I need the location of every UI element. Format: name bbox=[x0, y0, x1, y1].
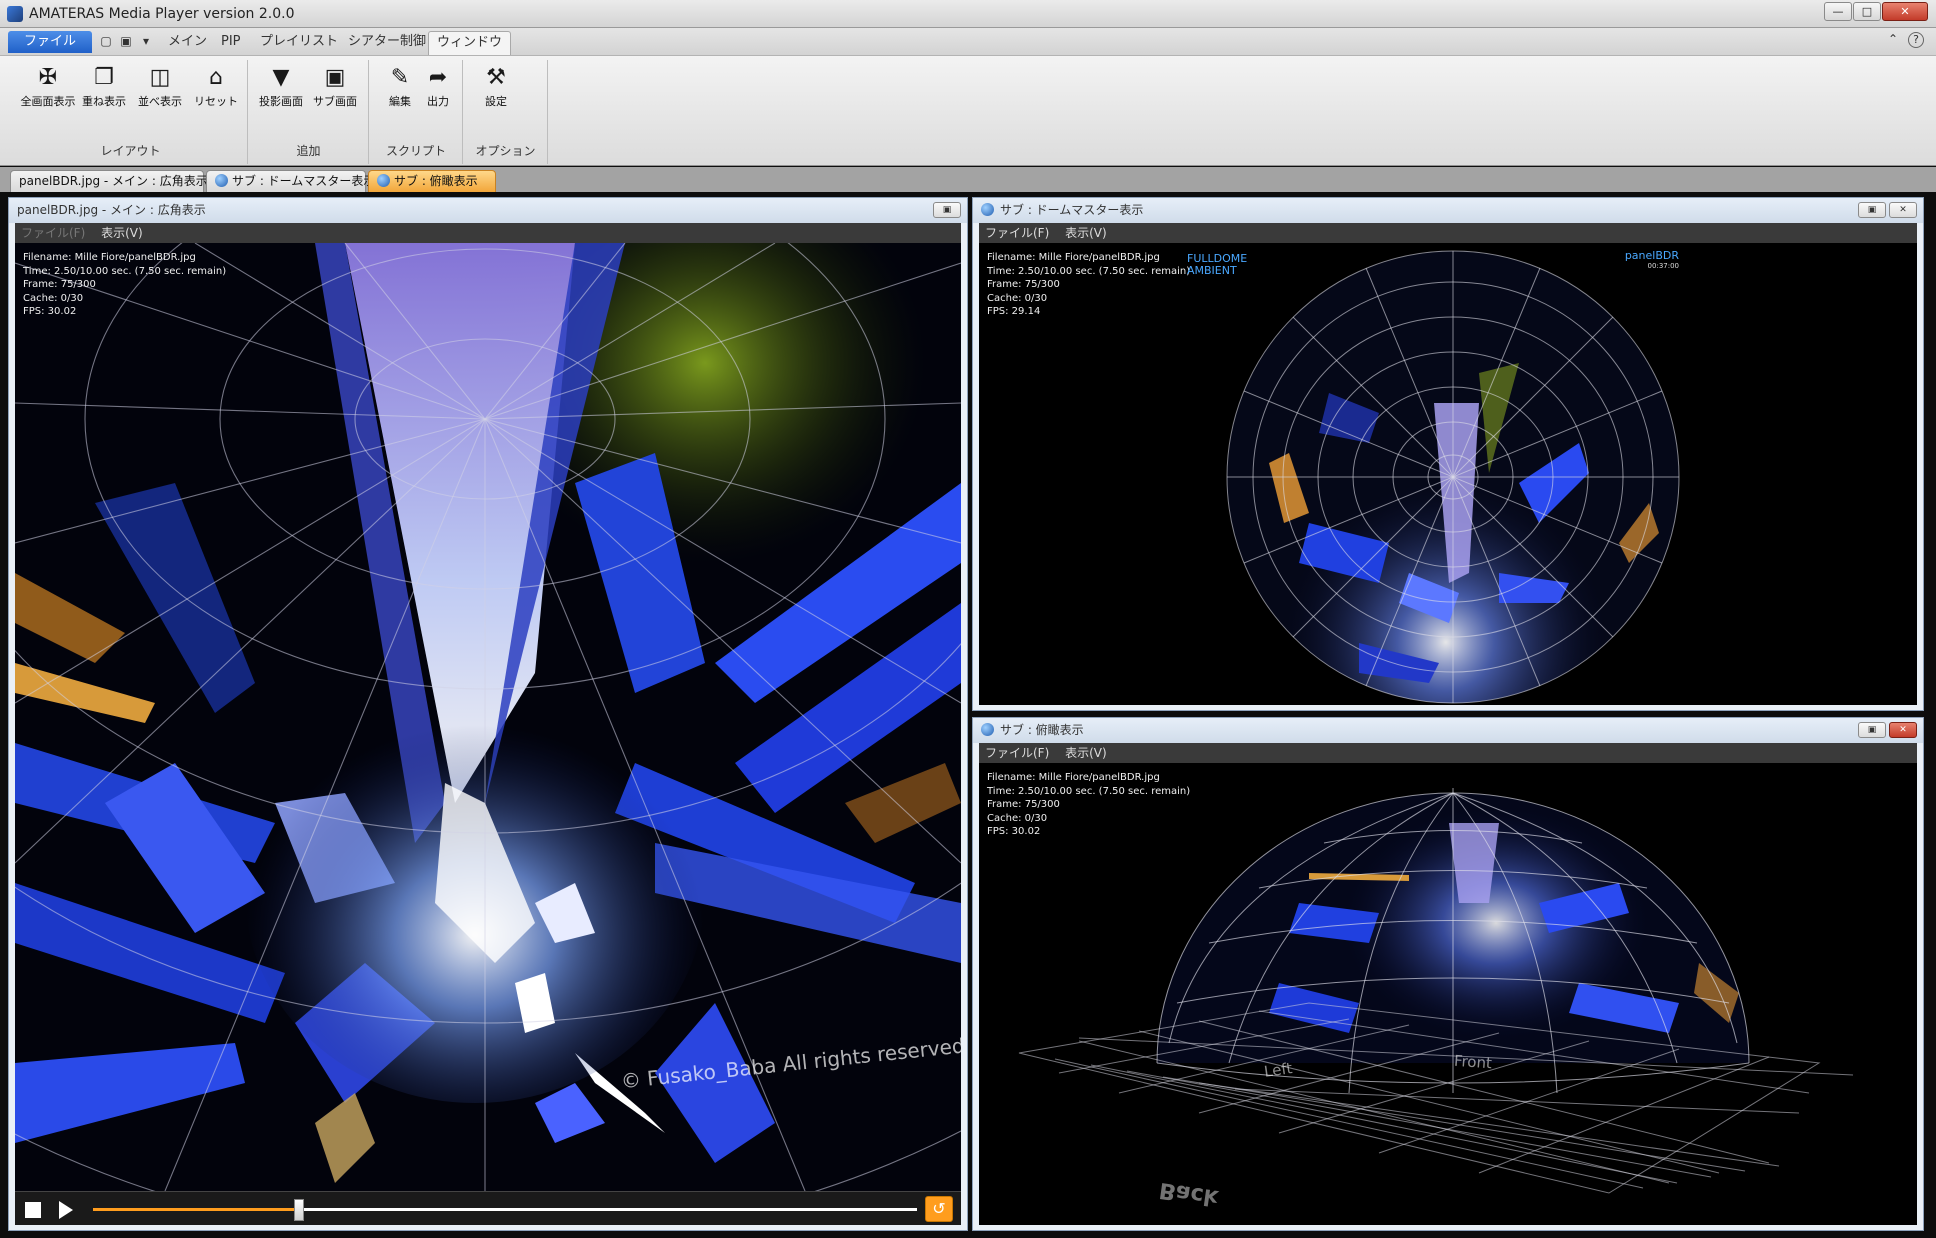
main-panel-menubar: ファイル(F) 表示(V) bbox=[15, 223, 961, 243]
close-button[interactable]: ✕ bbox=[1882, 2, 1928, 21]
export-script-button[interactable]: ➦ 出力 bbox=[410, 63, 466, 109]
overview-panel: サブ : 俯瞰表示 ▣ ✕ ファイル(F) 表示(V) Filename: Mi… bbox=[972, 717, 1924, 1231]
group-layout-label: レイアウト bbox=[100, 144, 161, 158]
loop-icon: ↺ bbox=[932, 1199, 946, 1218]
group-add-label: 追加 bbox=[296, 144, 321, 158]
globe-icon bbox=[981, 203, 994, 216]
menu-view[interactable]: 表示(V) bbox=[1065, 226, 1107, 240]
window-controls: — □ ✕ bbox=[1823, 2, 1928, 21]
menu-file[interactable]: ファイル(F) bbox=[985, 226, 1049, 240]
overview-controls: ▣ ✕ bbox=[1858, 722, 1917, 738]
panel-restore-button[interactable]: ▣ bbox=[1858, 202, 1886, 218]
globe-icon bbox=[215, 174, 228, 187]
group-script-label: スクリプト bbox=[385, 144, 446, 158]
content-title-label: panelBDR 00:37:00 bbox=[1624, 249, 1679, 270]
group-add: ▼ 投影画面 ▣ サブ画面 追加 bbox=[249, 60, 369, 164]
fullscreen-icon: ✠ bbox=[38, 65, 58, 90]
collapse-ribbon-icon[interactable]: ⌃ bbox=[1888, 32, 1898, 48]
wrench-icon: ⚒ bbox=[486, 65, 506, 90]
overview-titlebar: サブ : 俯瞰表示 ▣ ✕ bbox=[973, 718, 1923, 743]
maximize-button[interactable]: □ bbox=[1853, 2, 1881, 21]
tab-theater-control[interactable]: シアター制御 bbox=[340, 31, 434, 55]
save-icon[interactable]: ▣ bbox=[118, 33, 134, 49]
help-icon[interactable]: ? bbox=[1908, 32, 1924, 48]
ribbon-body: ✠ 全画面表示 ❐ 重ね表示 ◫ 並べ表示 ⌂ リセット レイアウト ▼ 投影画… bbox=[0, 55, 1936, 166]
tab-pip[interactable]: PIP bbox=[213, 31, 249, 55]
document-tab-bar: panelBDR.jpg - メイン : 広角表示 サブ : ドームマスター表示… bbox=[0, 167, 1936, 192]
ribbon-tab-bar: ファイル ▢ ▣ ▾ メイン PIP プレイリスト シアター制御 ウィンドウ ⌃… bbox=[0, 28, 1936, 55]
panel-close-button[interactable]: ✕ bbox=[1889, 202, 1917, 218]
loop-button[interactable]: ↺ bbox=[925, 1196, 953, 1222]
overview-menubar: ファイル(F) 表示(V) bbox=[979, 743, 1917, 763]
doc-tab-overview[interactable]: サブ : 俯瞰表示 bbox=[368, 170, 496, 192]
stop-button[interactable] bbox=[25, 1202, 41, 1218]
customize-dropdown-icon[interactable]: ▾ bbox=[138, 33, 154, 49]
seek-bar-progress bbox=[93, 1208, 299, 1211]
tab-main[interactable]: メイン bbox=[160, 31, 215, 55]
export-icon: ➦ bbox=[428, 65, 448, 90]
app-icon bbox=[7, 6, 23, 22]
panel-restore-button[interactable]: ▣ bbox=[933, 202, 961, 218]
group-option: ⚒ 設定 オプション bbox=[464, 60, 548, 164]
main-viewport[interactable]: Filename: Mille Fiore/panelBDR.jpg Time: … bbox=[15, 243, 961, 1191]
domemaster-info-overlay: Filename: Mille Fiore/panelBDR.jpg Time: … bbox=[987, 252, 1191, 317]
group-script: ✎ 編集 ➦ 出力 スクリプト bbox=[370, 60, 463, 164]
quick-access-toolbar: ▢ ▣ ▾ bbox=[98, 33, 154, 49]
domemaster-controls: ▣ ✕ bbox=[1858, 202, 1917, 218]
domemaster-panel: サブ : ドームマスター表示 ▣ ✕ ファイル(F) 表示(V) Filenam… bbox=[972, 197, 1924, 711]
domemaster-viewport[interactable]: Filename: Mille Fiore/panelBDR.jpg Time: … bbox=[979, 243, 1917, 705]
reset-button[interactable]: ⌂ リセット bbox=[188, 63, 244, 109]
overview-info-overlay: Filename: Mille Fiore/panelBDR.jpg Time: … bbox=[987, 772, 1191, 837]
fulldome-ambient-label: FULLDOME AMBIENT bbox=[1187, 252, 1248, 277]
settings-button[interactable]: ⚒ 設定 bbox=[468, 63, 524, 109]
new-file-icon[interactable]: ▢ bbox=[98, 33, 114, 49]
ribbon-right-controls: ⌃ ? bbox=[1888, 32, 1924, 48]
doc-tab-main[interactable]: panelBDR.jpg - メイン : 広角表示 bbox=[10, 170, 208, 192]
window-title: AMATERAS Media Player version 2.0.0 bbox=[29, 6, 295, 22]
home-icon: ⌂ bbox=[209, 65, 223, 90]
title-bar: AMATERAS Media Player version 2.0.0 — □ … bbox=[0, 0, 1936, 28]
menu-file[interactable]: ファイル(F) bbox=[985, 746, 1049, 760]
group-option-label: オプション bbox=[475, 144, 536, 158]
doc-tab-domemaster[interactable]: サブ : ドームマスター表示 bbox=[206, 170, 375, 192]
main-info-overlay: Filename: Mille Fiore/panelBDR.jpg Time: … bbox=[23, 252, 227, 317]
tile-button[interactable]: ◫ 並べ表示 bbox=[132, 63, 188, 109]
tile-windows-icon: ◫ bbox=[149, 65, 171, 90]
panel-restore-button[interactable]: ▣ bbox=[1858, 722, 1886, 738]
main-view-panel: panelBDR.jpg - メイン : 広角表示 ▣ ファイル(F) 表示(V… bbox=[8, 197, 968, 1231]
group-layout: ✠ 全画面表示 ❐ 重ね表示 ◫ 並べ表示 ⌂ リセット レイアウト bbox=[14, 60, 248, 164]
domemaster-titlebar: サブ : ドームマスター表示 ▣ ✕ bbox=[973, 198, 1923, 223]
playback-bar: ↺ bbox=[15, 1191, 961, 1225]
panel-close-button[interactable]: ✕ bbox=[1889, 722, 1917, 738]
fullscreen-button[interactable]: ✠ 全画面表示 bbox=[20, 63, 76, 109]
front-direction-label: Front bbox=[1453, 1051, 1493, 1073]
globe-icon bbox=[377, 174, 390, 187]
domemaster-menubar: ファイル(F) 表示(V) bbox=[979, 223, 1917, 243]
play-button[interactable] bbox=[59, 1201, 73, 1219]
sub-screen-button[interactable]: ▣ サブ画面 bbox=[307, 63, 363, 109]
main-panel-controls: ▣ bbox=[933, 202, 961, 218]
minimize-button[interactable]: — bbox=[1824, 2, 1852, 21]
overlap-button[interactable]: ❐ 重ね表示 bbox=[76, 63, 132, 109]
overview-viewport[interactable]: Filename: Mille Fiore/panelBDR.jpg Time: … bbox=[979, 763, 1917, 1225]
main-panel-titlebar: panelBDR.jpg - メイン : 広角表示 ▣ bbox=[9, 198, 967, 223]
projector-icon: ▼ bbox=[272, 65, 290, 90]
file-tab[interactable]: ファイル bbox=[8, 31, 92, 53]
seek-bar[interactable] bbox=[93, 1199, 917, 1221]
sub-window-icon: ▣ bbox=[324, 65, 346, 90]
tab-playlist[interactable]: プレイリスト bbox=[252, 31, 346, 55]
tab-window[interactable]: ウィンドウ bbox=[428, 31, 512, 55]
seek-bar-thumb[interactable] bbox=[294, 1199, 304, 1221]
globe-icon bbox=[981, 723, 994, 736]
menu-file[interactable]: ファイル(F) bbox=[21, 226, 85, 240]
menu-view[interactable]: 表示(V) bbox=[1065, 746, 1107, 760]
menu-view[interactable]: 表示(V) bbox=[101, 226, 143, 240]
overlap-windows-icon: ❐ bbox=[94, 65, 114, 90]
